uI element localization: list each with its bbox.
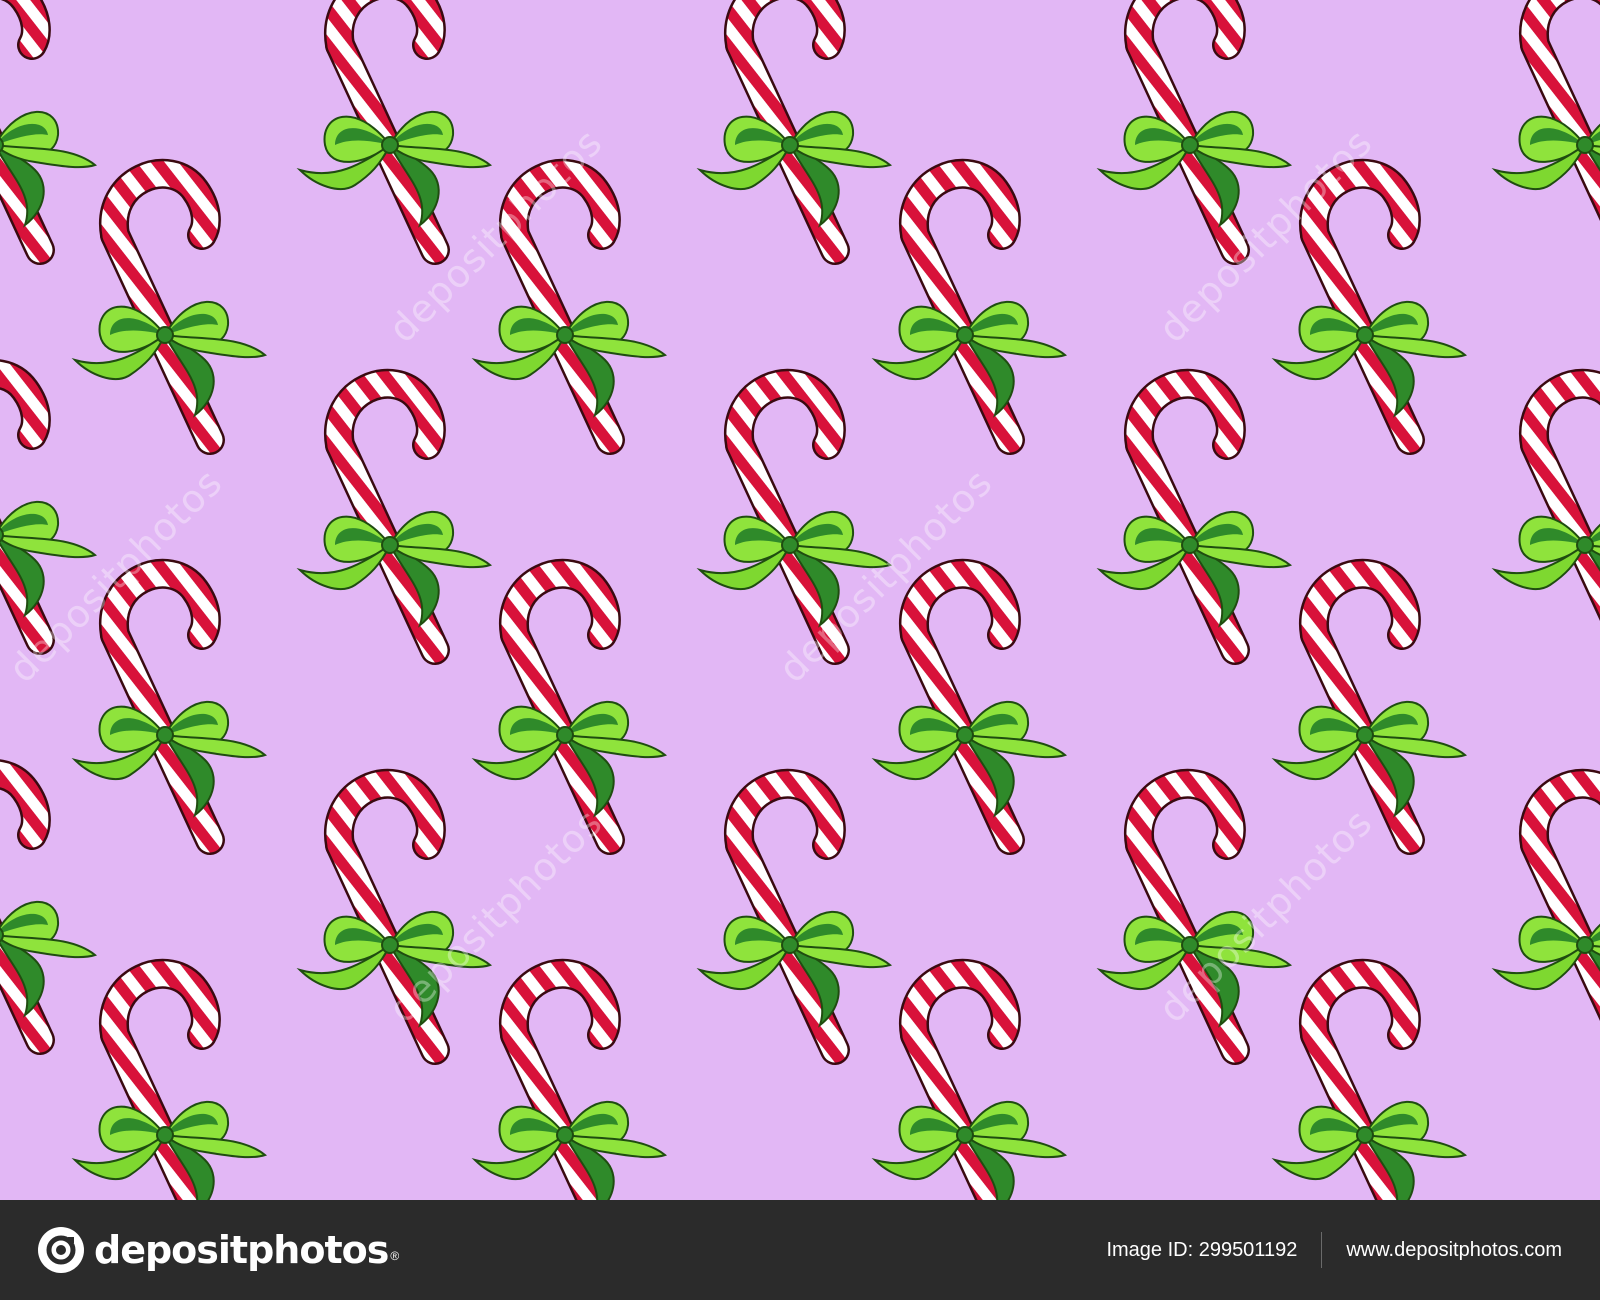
- image-id: Image ID: 299501192: [1106, 1238, 1298, 1261]
- candy-cane: [1495, 384, 1600, 650]
- candy-cane: [1275, 574, 1465, 840]
- brand-name: depositphotos: [94, 1228, 389, 1272]
- divider: [1321, 1232, 1323, 1268]
- candy-cane: [75, 174, 265, 440]
- candy-cane: [875, 574, 1065, 840]
- trademark: ®: [390, 1249, 400, 1263]
- candy-cane: [1275, 974, 1465, 1200]
- pattern-svg: [0, 0, 1600, 1200]
- candy-cane: [0, 774, 95, 1040]
- candy-cane: [1495, 784, 1600, 1050]
- candy-cane: [475, 974, 665, 1200]
- candy-cane: [1495, 0, 1600, 250]
- candy-cane: [475, 574, 665, 840]
- brand: depositphotos ®: [38, 1227, 399, 1273]
- candy-cane: [0, 0, 95, 250]
- candy-cane: [75, 974, 265, 1200]
- candy-cane: [300, 0, 490, 250]
- pattern-artwork: depositphotos depositphotos depositphoto…: [0, 0, 1600, 1200]
- candy-cane: [875, 974, 1065, 1200]
- candy-cane: [700, 784, 890, 1050]
- watermark-footer: depositphotos ® Image ID: 299501192 www.…: [0, 1200, 1600, 1300]
- candy-cane: [875, 174, 1065, 440]
- candy-cane: [1100, 384, 1290, 650]
- camera-logo-icon: [38, 1227, 84, 1273]
- site-url: www.depositphotos.com: [1346, 1238, 1562, 1261]
- candy-cane: [700, 0, 890, 250]
- candy-cane: [300, 384, 490, 650]
